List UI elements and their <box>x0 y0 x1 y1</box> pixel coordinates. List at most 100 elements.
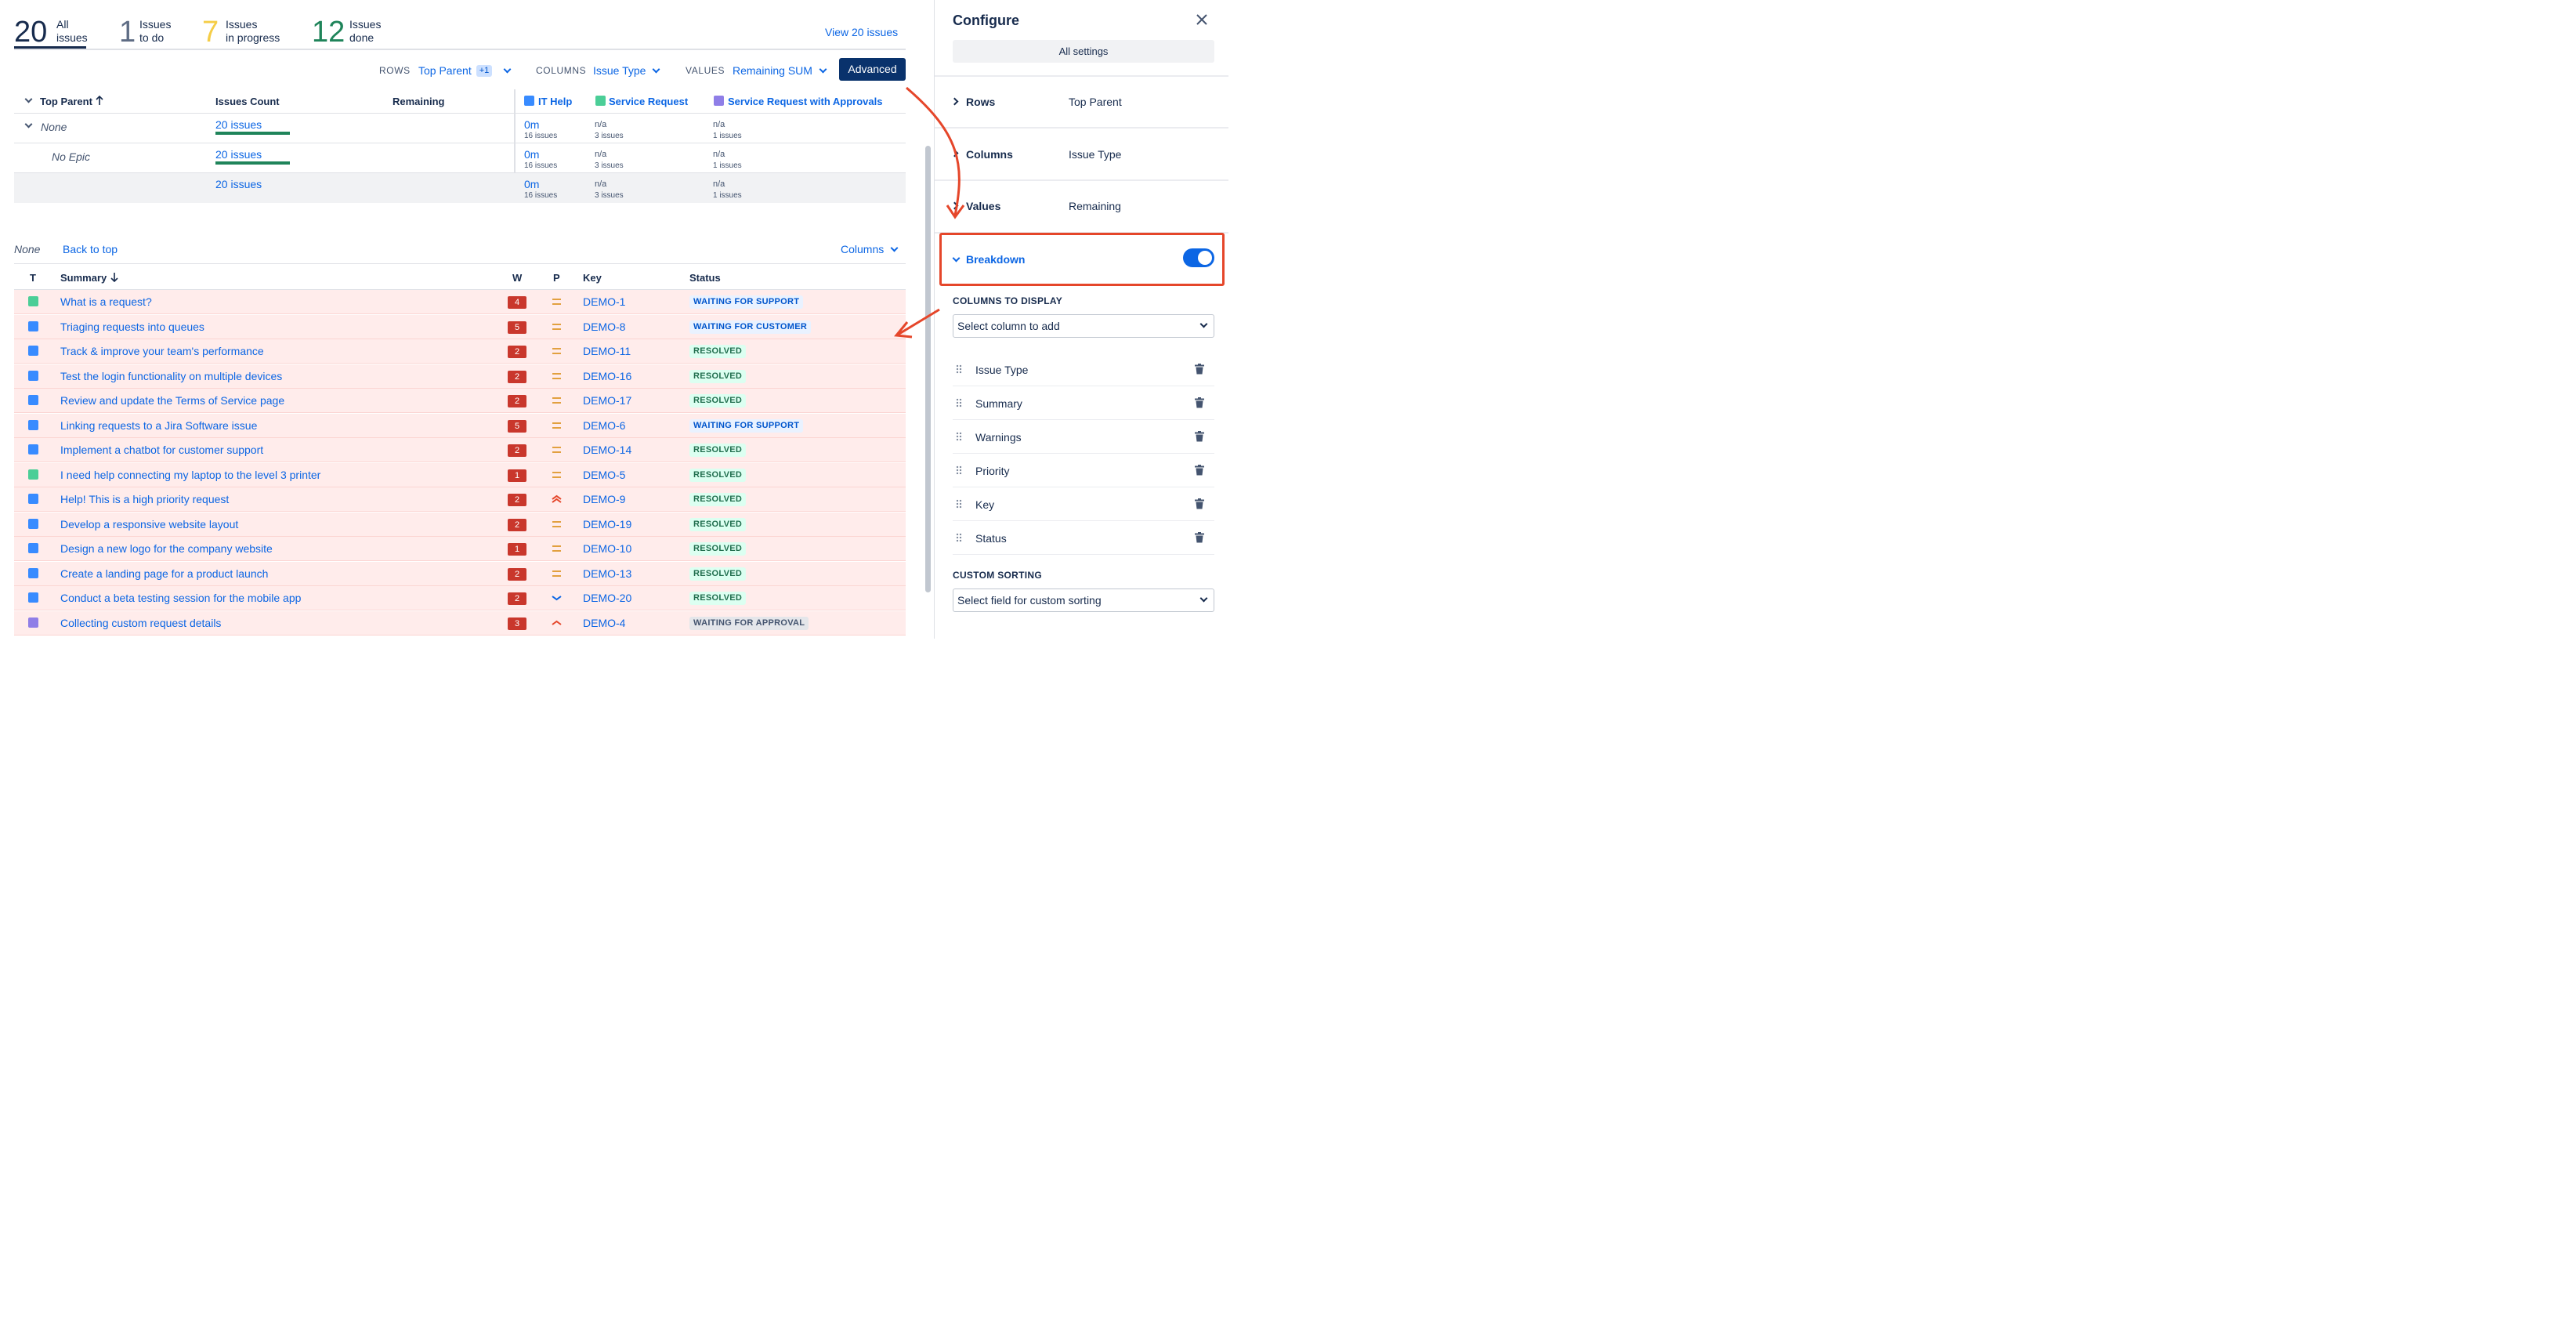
columns-button[interactable]: Columns <box>841 243 899 255</box>
display-column-item[interactable]: Issue Type <box>953 353 1214 386</box>
stat-all-issues[interactable]: 20 All issues <box>14 16 88 49</box>
drag-handle-icon[interactable] <box>956 398 962 407</box>
values-dropdown[interactable]: Remaining SUM <box>733 63 827 78</box>
issue-key-link[interactable]: DEMO-10 <box>583 542 631 555</box>
trash-icon[interactable] <box>1195 465 1204 476</box>
pivot-row-total[interactable]: 20 issues 0m 16 issues n/a 3 issues n/a … <box>14 173 906 203</box>
close-icon[interactable] <box>1196 13 1208 26</box>
issue-key-link[interactable]: DEMO-14 <box>583 444 631 456</box>
drag-handle-icon[interactable] <box>956 499 962 509</box>
issue-key-link[interactable]: DEMO-20 <box>583 592 631 604</box>
table-row[interactable]: Review and update the Terms of Service p… <box>14 389 906 413</box>
issue-summary-link[interactable]: Create a landing page for a product laun… <box>60 567 268 580</box>
pivot-header-it-help[interactable]: IT Help <box>538 96 572 107</box>
issue-summary-link[interactable]: Triaging requests into queues <box>60 321 204 333</box>
issue-key-link[interactable]: DEMO-1 <box>583 295 625 308</box>
select-column-dropdown[interactable]: Select column to add <box>953 314 1214 338</box>
panel-section-breakdown[interactable]: Breakdown <box>939 233 1225 286</box>
trash-icon[interactable] <box>1195 532 1204 543</box>
issue-summary-link[interactable]: Collecting custom request details <box>60 617 221 629</box>
table-row[interactable]: Help! This is a high priority request 2 DE… <box>14 487 906 512</box>
expand-row-icon[interactable] <box>24 120 33 129</box>
display-column-item[interactable]: Warnings <box>953 420 1214 454</box>
table-row[interactable]: Test the login functionality on multiple… <box>14 364 906 389</box>
display-column-item[interactable]: Status <box>953 521 1214 555</box>
table-row[interactable]: Design a new logo for the company websit… <box>14 537 906 561</box>
issue-summary-link[interactable]: Conduct a beta testing session for the m… <box>60 592 301 604</box>
issue-summary-link[interactable]: Design a new logo for the company websit… <box>60 542 273 555</box>
pivot-issue-count-link[interactable]: 20 issues <box>215 118 262 131</box>
table-row[interactable]: Collecting custom request details 3 DEMO-4… <box>14 610 906 636</box>
table-row[interactable]: I need help connecting my laptop to the … <box>14 462 906 487</box>
pivot-cell-it-value[interactable]: 0m <box>524 178 539 190</box>
table-row[interactable]: Track & improve your team's performance 2… <box>14 339 906 364</box>
issue-summary-link[interactable]: Linking requests to a Jira Software issu… <box>60 419 257 432</box>
select-sort-dropdown[interactable]: Select field for custom sorting <box>953 589 1214 612</box>
columns-dropdown[interactable]: Issue Type <box>593 63 660 78</box>
pivot-issue-count-link[interactable]: 20 issues <box>215 148 262 161</box>
trash-icon[interactable] <box>1195 431 1204 442</box>
table-row[interactable]: Conduct a beta testing session for the m… <box>14 586 906 610</box>
issue-summary-link[interactable]: Develop a responsive website layout <box>60 518 238 531</box>
scrollbar-thumb[interactable] <box>925 146 931 592</box>
table-row[interactable]: Create a landing page for a product laun… <box>14 561 906 586</box>
trash-icon[interactable] <box>1195 397 1204 408</box>
list-header-summary[interactable]: Summary <box>60 272 107 284</box>
drag-handle-icon[interactable] <box>956 533 962 542</box>
drag-handle-icon[interactable] <box>956 364 962 374</box>
issue-key-link[interactable]: DEMO-9 <box>583 493 625 505</box>
issue-summary-link[interactable]: Implement a chatbot for customer support <box>60 444 263 456</box>
issue-summary-link[interactable]: Track & improve your team's performance <box>60 345 264 357</box>
display-column-item[interactable]: Key <box>953 487 1214 521</box>
table-row[interactable]: Linking requests to a Jira Software issu… <box>14 413 906 438</box>
issue-key-link[interactable]: DEMO-8 <box>583 321 625 333</box>
drag-handle-icon[interactable] <box>956 432 962 441</box>
display-column-item[interactable]: Summary <box>953 386 1214 420</box>
list-header-status: Status <box>689 272 721 284</box>
issue-summary-link[interactable]: I need help connecting my laptop to the … <box>60 469 320 481</box>
pivot-header-service-request[interactable]: Service Request <box>609 96 688 107</box>
pivot-row-none[interactable]: None 20 issues 0m 16 issues n/a 3 issues… <box>14 114 906 143</box>
panel-section-values[interactable]: Values Remaining <box>935 181 1228 231</box>
display-column-item[interactable]: Priority <box>953 454 1214 487</box>
issue-key-link[interactable]: DEMO-5 <box>583 469 625 481</box>
pivot-header-top-parent[interactable]: Top Parent <box>40 96 92 107</box>
pivot-issue-count-link[interactable]: 20 issues <box>215 178 262 190</box>
back-to-top-link[interactable]: Back to top <box>63 243 118 255</box>
stat-done[interactable]: 12 Issues done <box>312 16 390 47</box>
all-settings-button[interactable]: All settings <box>953 40 1214 63</box>
drag-handle-icon[interactable] <box>956 465 962 475</box>
stat-in-progress[interactable]: 7 Issues in progress <box>202 16 288 47</box>
pivot-cell-it-value[interactable]: 0m <box>524 148 539 161</box>
trash-icon[interactable] <box>1195 498 1204 509</box>
table-row[interactable]: What is a request? 4 DEMO-1 WAITING FOR SUP… <box>14 290 906 314</box>
issue-summary-link[interactable]: Test the login functionality on multiple… <box>60 370 282 382</box>
table-row[interactable]: Implement a chatbot for customer support… <box>14 438 906 462</box>
stat-todo[interactable]: 1 Issues to do <box>119 16 190 47</box>
view-issues-link[interactable]: View 20 issues <box>825 26 898 38</box>
issue-key-link[interactable]: DEMO-6 <box>583 419 625 432</box>
table-row[interactable]: Triaging requests into queues 5 DEMO-8 WAIT… <box>14 314 906 339</box>
collapse-all-icon[interactable] <box>24 95 33 103</box>
advanced-button[interactable]: Advanced <box>839 58 906 81</box>
issue-key-link[interactable]: DEMO-11 <box>583 345 631 357</box>
pivot-cell-it-value[interactable]: 0m <box>524 118 539 131</box>
trash-icon[interactable] <box>1195 364 1204 375</box>
issue-summary-link[interactable]: Help! This is a high priority request <box>60 493 229 505</box>
panel-section-rows[interactable]: Rows Top Parent <box>935 77 1228 127</box>
issue-key-link[interactable]: DEMO-16 <box>583 370 631 382</box>
issue-key-link[interactable]: DEMO-19 <box>583 518 631 531</box>
pivot-row-no-epic[interactable]: No Epic 20 issues 0m 16 issues n/a 3 iss… <box>14 143 906 173</box>
rows-dropdown[interactable]: Top Parent +1 <box>418 63 512 78</box>
table-row[interactable]: Develop a responsive website layout 2 DEMO… <box>14 512 906 537</box>
scrollbar-track[interactable] <box>923 146 931 596</box>
issue-key-link[interactable]: DEMO-13 <box>583 567 631 580</box>
issue-list: What is a request? 4 DEMO-1 WAITING FOR SUP… <box>14 290 906 639</box>
issue-key-link[interactable]: DEMO-4 <box>583 617 625 629</box>
issue-summary-link[interactable]: Review and update the Terms of Service p… <box>60 394 284 407</box>
breakdown-toggle[interactable] <box>1183 248 1214 267</box>
issue-summary-link[interactable]: What is a request? <box>60 295 152 308</box>
panel-section-columns[interactable]: Columns Issue Type <box>935 129 1228 179</box>
pivot-header-service-request-approvals[interactable]: Service Request with Approvals <box>728 96 882 107</box>
issue-key-link[interactable]: DEMO-17 <box>583 394 631 407</box>
